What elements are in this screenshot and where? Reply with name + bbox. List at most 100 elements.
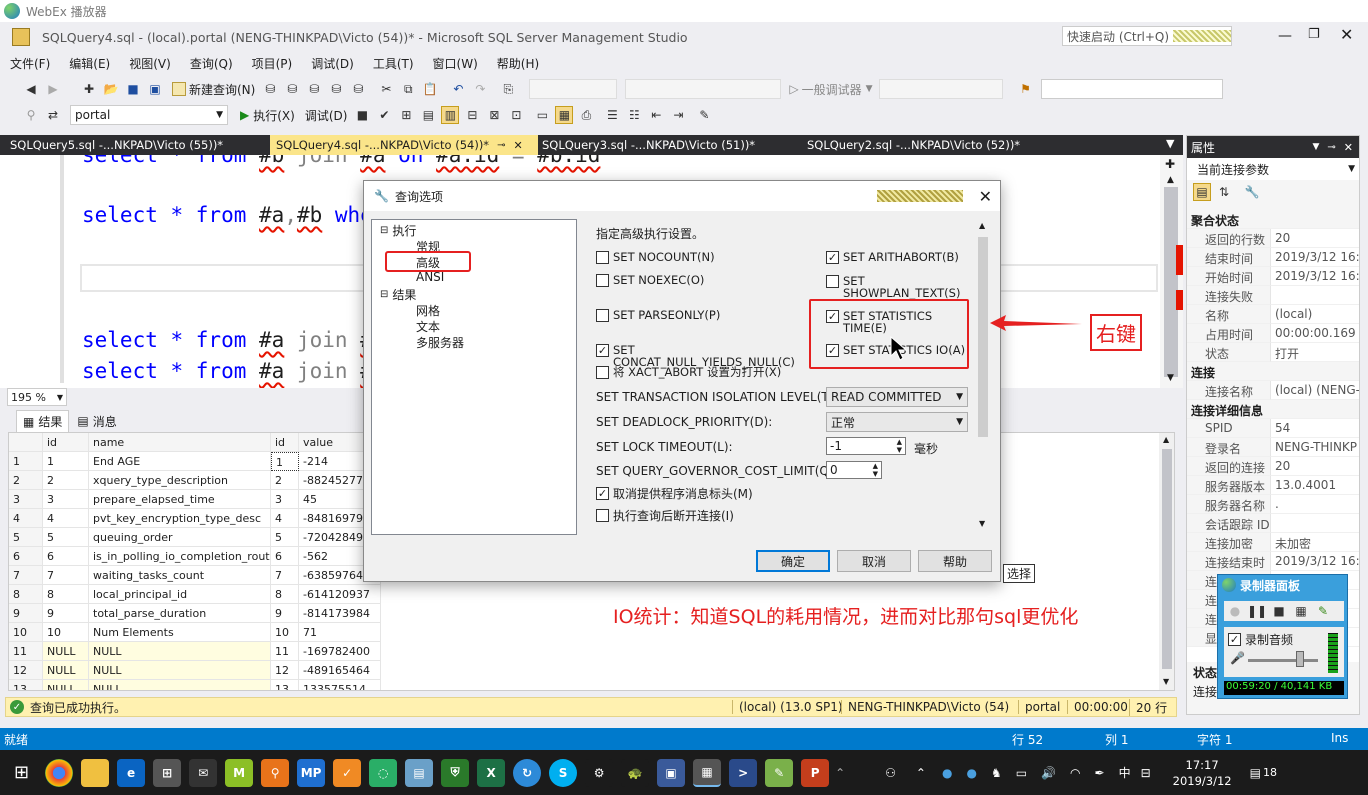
pause-icon[interactable]: ❚❚ — [1247, 602, 1267, 620]
scroll-up-icon[interactable]: ▲ — [1163, 435, 1169, 444]
comment-icon[interactable]: ☰ — [603, 106, 621, 124]
property-row[interactable]: 服务器版本 13.0.4001 — [1187, 476, 1359, 495]
table-cell-row-name[interactable]: Num Elements — [89, 623, 271, 642]
property-row[interactable]: 会话跟踪 ID — [1187, 514, 1359, 533]
tree-results[interactable]: ⊟ 结果 — [380, 286, 416, 303]
table-cell-row-name[interactable]: prepare_elapsed_time — [89, 490, 271, 509]
checkbox[interactable]: ✓ — [596, 344, 609, 357]
paste-icon[interactable]: 📋 — [421, 80, 439, 98]
query-options-icon[interactable]: ▤ — [419, 106, 437, 124]
table-cell-row-num[interactable]: 1 — [9, 452, 43, 471]
tab-query3[interactable]: SQLQuery3.sql -...NKPAD\Victo (51))* — [540, 135, 800, 155]
tray-app1-icon[interactable]: ● — [942, 766, 952, 780]
alphabetical-icon[interactable]: ⇅ — [1215, 183, 1233, 201]
grid-scrollbar[interactable]: ▲ ▼ — [1159, 433, 1174, 690]
table-cell-row-id[interactable]: 5 — [43, 528, 89, 547]
property-row[interactable]: 返回的连接 20 — [1187, 457, 1359, 476]
table-row[interactable]: 6 6 is_in_polling_io_completion_routine 6 -5… — [9, 547, 381, 566]
settings-icon[interactable]: ⚙ — [585, 758, 614, 787]
menu-window[interactable]: 窗口(W) — [433, 55, 478, 72]
menu-help[interactable]: 帮助(H) — [497, 55, 539, 72]
decrease-indent-icon[interactable]: ⇤ — [647, 106, 665, 124]
table-cell-row-num[interactable]: 12 — [9, 661, 43, 680]
property-section[interactable]: 连接详细信息 — [1187, 400, 1359, 419]
table-cell-row-name[interactable]: is_in_polling_io_completion_routine — [89, 547, 271, 566]
tree-multiserver[interactable]: 多服务器 — [416, 334, 464, 351]
mdx-query-icon[interactable]: ⛁ — [283, 80, 301, 98]
property-row[interactable]: 登录名 NENG-THINKP — [1187, 438, 1359, 457]
disconnect-check[interactable]: 执行查询后断开连接(I) — [596, 507, 734, 524]
table-row[interactable]: 8 8 local_principal_id 8 -614120937 — [9, 585, 381, 604]
table-cell-row-value[interactable]: -814173984 — [299, 604, 381, 623]
ime-label[interactable]: 中 — [1119, 764, 1131, 781]
new-query-button[interactable]: 新建查询(N) — [172, 81, 255, 98]
table-row[interactable]: 7 7 waiting_tasks_count 7 -638597644 — [9, 566, 381, 585]
database-select[interactable]: portal ▼ — [70, 105, 228, 125]
m-app-icon[interactable]: M — [225, 758, 254, 787]
checkbox[interactable] — [596, 509, 609, 522]
checkbox[interactable]: ✓ — [1228, 633, 1241, 646]
property-section[interactable]: 聚合状态 — [1187, 210, 1359, 229]
table-cell-row-value[interactable]: -169782400 — [299, 642, 381, 661]
close-button[interactable]: ✕ — [1340, 25, 1353, 44]
table-cell-row-num[interactable]: 4 — [9, 509, 43, 528]
table-row[interactable]: 9 9 total_parse_duration 9 -814173984 — [9, 604, 381, 623]
property-row[interactable]: 服务器名称. — [1187, 495, 1359, 514]
menu-edit[interactable]: 编辑(E) — [69, 55, 110, 72]
copy-icon[interactable]: ⧉ — [399, 80, 417, 98]
table-cell-row-id2[interactable]: 9 — [271, 604, 299, 623]
table-row[interactable]: 1 1 End AGE 1 -214 — [9, 452, 381, 471]
intellisense-icon[interactable]: ▥ — [441, 106, 460, 124]
explorer-icon[interactable] — [81, 758, 110, 787]
find-combo[interactable] — [1040, 79, 1223, 99]
spinner-arrows-icon[interactable]: ▲ ▼ — [873, 462, 878, 478]
change-connection-icon[interactable]: ⇄ — [44, 106, 62, 124]
split-icon[interactable]: ✚ — [1165, 157, 1175, 171]
grid-scroll-thumb[interactable] — [1162, 449, 1172, 669]
property-row[interactable]: 返回的行数 20 — [1187, 229, 1359, 248]
save-all-icon[interactable]: ▣ — [146, 80, 164, 98]
tab-query4[interactable]: SQLQuery4.sql -...NKPAD\Victo (54))* ⊸ ✕ — [270, 135, 538, 155]
tree-grid[interactable]: 网格 — [416, 302, 440, 319]
table-cell-row-name[interactable]: NULL — [89, 661, 271, 680]
people-icon[interactable]: ⚇ — [885, 766, 896, 780]
table-cell-row-id2[interactable]: 11 — [271, 642, 299, 661]
overflow-icon[interactable]: ⌃ — [835, 766, 845, 780]
open-icon[interactable]: 📂 — [102, 80, 120, 98]
tab-query5[interactable]: SQLQuery5.sql -...NKPAD\Victo (55))* — [0, 135, 268, 155]
close-icon[interactable]: ✕ — [513, 139, 522, 152]
menu-tools[interactable]: 工具(T) — [373, 55, 414, 72]
scroll-thumb[interactable] — [1164, 187, 1178, 377]
option-checkbox[interactable]: SET SHOWPLAN_TEXT(S) — [826, 275, 992, 299]
back-icon[interactable]: ◀ — [22, 80, 40, 98]
solution-config-select[interactable] — [529, 79, 618, 99]
chrome-icon[interactable] — [45, 758, 74, 787]
dmx-query-icon[interactable]: ⛁ — [305, 80, 323, 98]
menu-debug[interactable]: 调试(D) — [311, 55, 354, 72]
table-cell-row-name[interactable]: xquery_type_description — [89, 471, 271, 490]
option-checkbox[interactable]: ✓ SET ARITHABORT(B) — [826, 251, 992, 264]
table-cell-row-value[interactable]: -614120937 — [299, 585, 381, 604]
property-row[interactable]: 开始时间 2019/3/12 16: — [1187, 267, 1359, 286]
checkbox[interactable]: ✓ — [596, 487, 609, 500]
battery-icon[interactable]: ▭ — [1016, 766, 1027, 780]
parse-icon[interactable]: ✔ — [375, 106, 393, 124]
results-grid-icon[interactable]: ▦ — [555, 106, 574, 124]
content-scrollbar[interactable]: ▲ ▼ — [976, 221, 990, 533]
table-row[interactable]: 3 3 prepare_elapsed_time 3 45 — [9, 490, 381, 509]
properties-object-select[interactable]: 当前连接参数 ▼ — [1187, 158, 1359, 180]
table-row[interactable]: 5 5 queuing_order 5 -720428490 — [9, 528, 381, 547]
notification-button[interactable]: ▤ 18 — [1250, 766, 1277, 780]
tree-text[interactable]: 文本 — [416, 318, 440, 335]
clock[interactable]: 17:17 2019/3/12 — [1173, 757, 1232, 789]
table-cell-row-id2[interactable]: 10 — [271, 623, 299, 642]
settings-icon[interactable]: ▦ — [1292, 602, 1310, 620]
results-text-icon[interactable]: ▭ — [533, 106, 551, 124]
content-scroll-thumb[interactable] — [978, 237, 988, 437]
quick-launch[interactable]: 快速启动 (Ctrl+Q) — [1062, 26, 1232, 46]
table-cell-row-id[interactable]: 4 — [43, 509, 89, 528]
table-cell-row-value[interactable]: -489165464 — [299, 661, 381, 680]
tree-ansi[interactable]: ANSI — [416, 270, 444, 284]
ok-button[interactable]: 确定 — [756, 550, 830, 572]
tab-query2[interactable]: SQLQuery2.sql -...NKPAD\Victo (52))* — [807, 135, 1069, 155]
